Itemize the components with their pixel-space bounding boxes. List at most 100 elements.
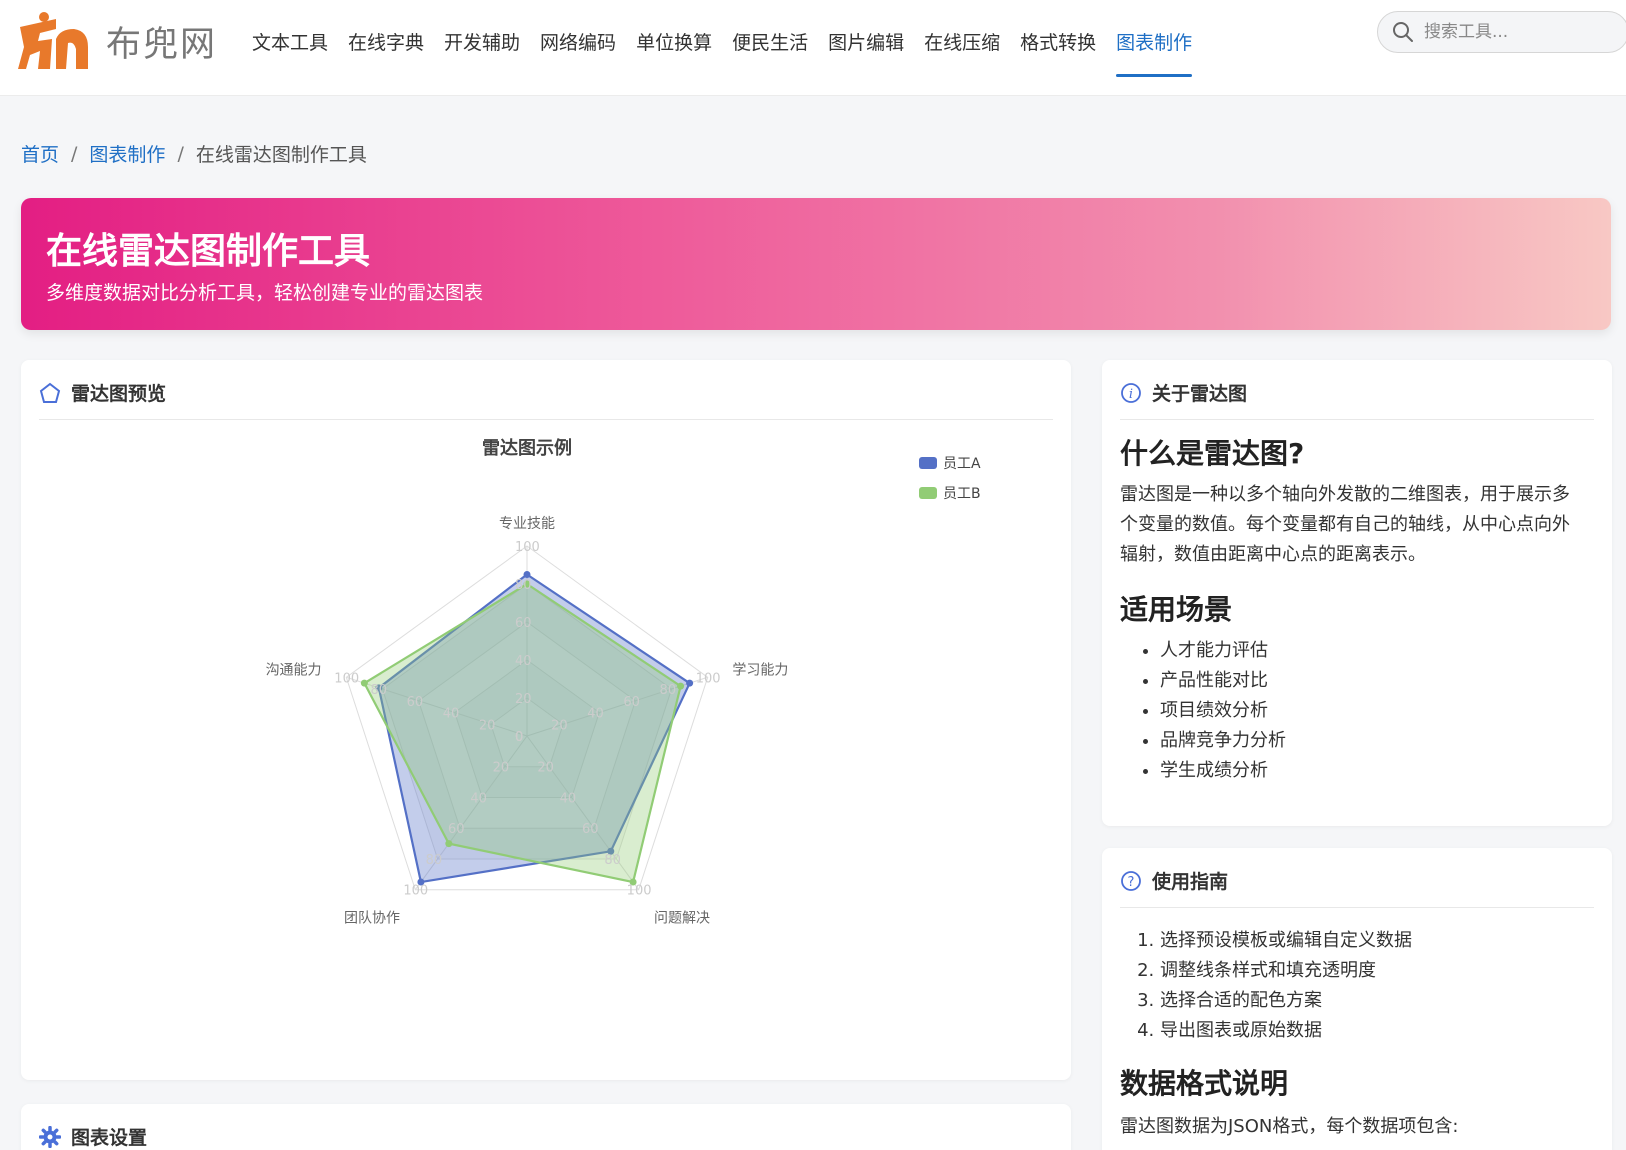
description-text: 雷达图是一种以多个轴向外发散的二维图表，用于展示多个变量的数值。每个变量都有自己… [1120, 484, 1570, 565]
radar-data-point [445, 840, 453, 848]
radar-data-point [686, 679, 694, 687]
breadcrumb-category[interactable]: 图表制作 [89, 140, 165, 167]
nav-item[interactable]: 开发辅助 [444, 0, 520, 96]
pentagon-icon [39, 382, 61, 404]
use-case-item: 人才能力评估 [1160, 636, 1584, 666]
nav-item[interactable]: 图表制作 [1116, 0, 1193, 96]
legend-swatch [919, 487, 937, 499]
chart-preview-card: 雷达图预览 0 20 40 60 80 100 0 20 40 60 80 100 0 20 40 60 80 1… [21, 360, 1071, 1080]
radar-tick-label: 20 [493, 761, 510, 776]
guide-card: ? 使用指南 选择预设模板或编辑自定义数据调整线条样式和填充透明度选择合适的配色… [1102, 848, 1612, 1150]
guide-step: 选择合适的配色方案 [1160, 986, 1584, 1016]
card-title: 关于雷达图 [1152, 383, 1248, 405]
radar-tick-label: 40 [443, 707, 460, 722]
legend-label: 员工A [943, 456, 981, 472]
radar-tick-label: 40 [515, 654, 532, 669]
radar-tick-label: 80 [370, 683, 387, 698]
radar-tick-label: 60 [623, 695, 640, 710]
svg-text:i: i [1129, 387, 1133, 402]
main-nav: 文本工具 在线字典 开发辅助 网络编码 单位换算 便民生活 图片编辑 在线压缩 格式转换 图表制作 [252, 0, 1212, 96]
format-description: 雷达图数据为JSON格式，每个数据项包含: [1120, 1116, 1459, 1137]
card-header: 图表设置 [39, 1126, 1053, 1150]
radar-tick-label: 40 [587, 707, 604, 722]
chart-title: 雷达图示例 [482, 437, 572, 459]
radar-tick-label: 80 [604, 853, 621, 868]
use-case-item: 学生成绩分析 [1160, 756, 1584, 786]
svg-text:?: ? [1128, 875, 1135, 890]
nav-item[interactable]: 在线字典 [348, 0, 424, 96]
radar-chart: 0204060801000204060801000204060801000204… [266, 437, 981, 927]
gear-icon [39, 1126, 61, 1148]
radar-tick-label: 100 [515, 540, 540, 555]
search-input[interactable] [1424, 22, 1604, 42]
radar-tick-label: 80 [660, 683, 677, 698]
radar-data-point [523, 571, 531, 578]
search-icon [1393, 22, 1413, 42]
nav-item[interactable]: 图片编辑 [828, 0, 904, 96]
use-case-item: 产品性能对比 [1160, 666, 1584, 696]
card-header: ? 使用指南 [1120, 870, 1594, 908]
page-title: 在线雷达图制作工具 [46, 231, 371, 272]
about-card: i 关于雷达图 什么是雷达图? 雷达图是一种以多个轴向外发散的二维图表，用于展示… [1102, 360, 1612, 826]
search-box[interactable] [1377, 11, 1626, 53]
top-navbar: 布兜网 文本工具 在线字典 开发辅助 网络编码 单位换算 便民生活 图片编辑 在线压缩 格式转换… [0, 0, 1626, 96]
breadcrumb-home[interactable]: 首页 [21, 140, 59, 167]
radar-tick-label: 60 [407, 695, 424, 710]
legend-swatch [919, 457, 937, 469]
use-case-list: 人才能力评估产品性能对比项目绩效分析品牌竞争力分析学生成绩分析 [1120, 636, 1584, 786]
radar-tick-label: 100 [696, 671, 721, 686]
radar-indicator-label: 团队协作 [344, 911, 400, 927]
page-subtitle: 多维度数据对比分析工具，轻松创建专业的雷达图表 [46, 282, 484, 304]
radar-tick-label: 20 [537, 761, 554, 776]
breadcrumb-separator: / [71, 142, 78, 165]
radar-tick-label: 0 [515, 730, 523, 745]
nav-item[interactable]: 在线压缩 [924, 0, 1000, 96]
radar-tick-label: 100 [627, 884, 652, 899]
radar-tick-label: 80 [515, 578, 532, 593]
section-heading: 适用场景 [1120, 593, 1233, 626]
radar-tick-label: 80 [426, 853, 443, 868]
card-header: 雷达图预览 [39, 382, 1053, 420]
guide-step: 导出图表或原始数据 [1160, 1016, 1584, 1046]
help-icon: ? [1120, 870, 1142, 892]
radar-tick-label: 100 [403, 884, 428, 899]
nav-item[interactable]: 文本工具 [252, 0, 328, 96]
info-icon: i [1120, 382, 1142, 404]
radar-data-point [360, 679, 368, 687]
radar-tick-label: 60 [582, 822, 599, 837]
radar-indicator-label: 沟通能力 [266, 662, 322, 678]
site-logo[interactable]: 布兜网 [16, 8, 217, 74]
radar-indicator-label: 学习能力 [732, 662, 788, 678]
radar-tick-label: 60 [448, 822, 465, 837]
guide-step: 选择预设模板或编辑自定义数据 [1160, 926, 1584, 956]
use-case-item: 项目绩效分析 [1160, 696, 1584, 726]
nav-item[interactable]: 便民生活 [732, 0, 808, 96]
guide-step: 调整线条样式和填充透明度 [1160, 956, 1584, 986]
nav-item[interactable]: 单位换算 [636, 0, 712, 96]
card-title: 图表设置 [71, 1127, 148, 1149]
radar-tick-label: 40 [470, 791, 487, 806]
nav-item[interactable]: 网络编码 [540, 0, 616, 96]
breadcrumb-current: 在线雷达图制作工具 [195, 144, 367, 166]
breadcrumb-separator: / [177, 142, 184, 165]
radar-tick-label: 20 [551, 718, 568, 733]
card-header: i 关于雷达图 [1120, 382, 1594, 420]
nav-item[interactable]: 格式转换 [1020, 0, 1096, 96]
legend-label: 员工B [943, 486, 981, 502]
radar-tick-label: 40 [560, 791, 577, 806]
radar-indicator-label: 专业技能 [499, 516, 555, 532]
radar-tick-label: 20 [479, 718, 496, 733]
logo-icon [16, 9, 92, 73]
use-case-item: 品牌竞争力分析 [1160, 726, 1584, 756]
logo-text: 布兜网 [106, 24, 218, 65]
section-heading: 什么是雷达图? [1120, 437, 1305, 470]
radar-tick-label: 100 [334, 671, 359, 686]
radar-tick-label: 20 [515, 692, 532, 707]
section-heading: 数据格式说明 [1120, 1067, 1289, 1100]
card-title: 雷达图预览 [71, 383, 167, 405]
breadcrumb: 首页 / 图表制作 / 在线雷达图制作工具 [21, 140, 367, 167]
chart-settings-card: 图表设置 [21, 1104, 1071, 1150]
radar-tick-label: 60 [515, 616, 532, 631]
guide-steps-list: 选择预设模板或编辑自定义数据调整线条样式和填充透明度选择合适的配色方案导出图表或… [1120, 926, 1584, 1046]
card-title: 使用指南 [1152, 871, 1229, 893]
